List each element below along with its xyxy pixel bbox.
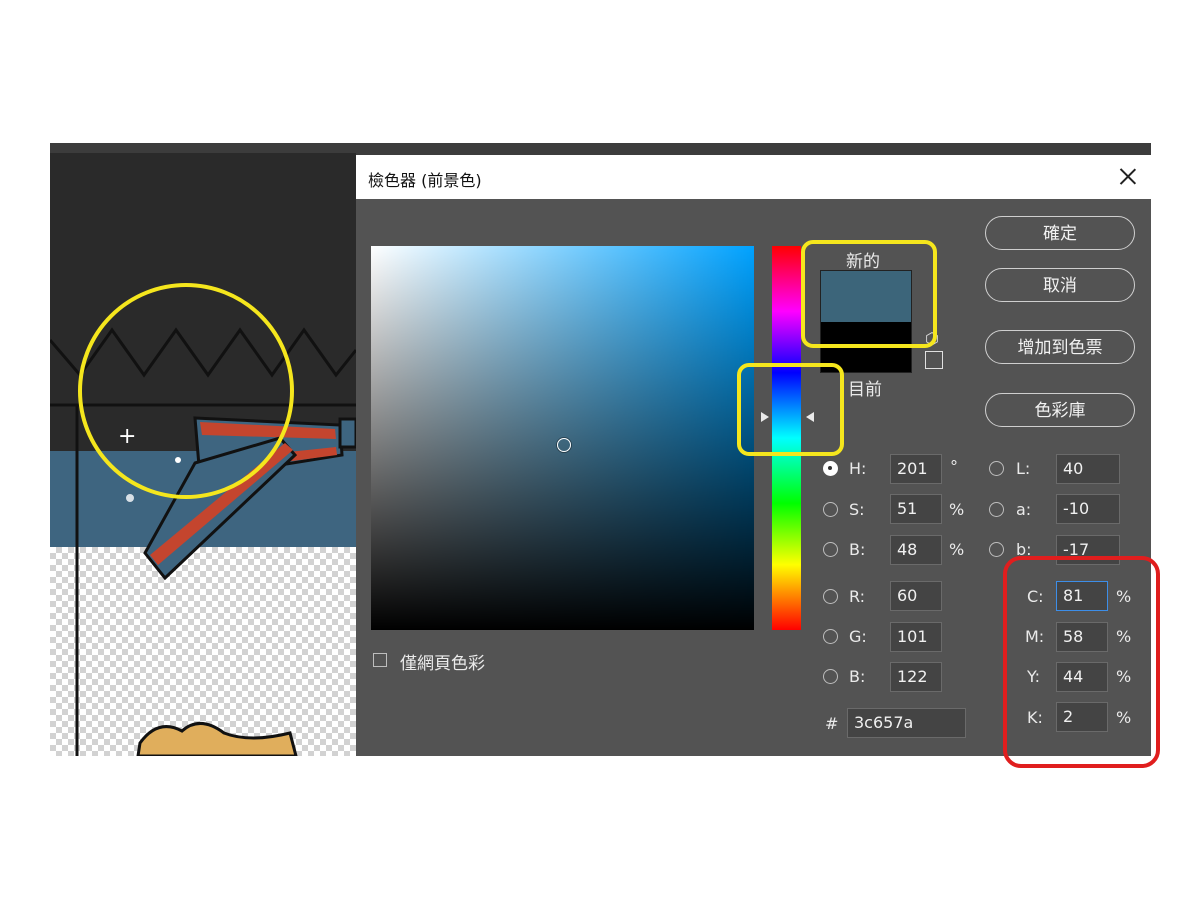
blue-input[interactable]: 122 [890, 662, 942, 692]
dialog-top-strip [356, 143, 1151, 155]
ok-button[interactable]: 確定 [985, 216, 1135, 250]
dialog-title: 檢色器 (前景色) [368, 171, 482, 190]
radio-saturation[interactable] [823, 502, 838, 517]
hue-unit: ° [950, 457, 958, 476]
radio-green[interactable] [823, 629, 838, 644]
add-to-swatches-button[interactable]: 增加到色票 [985, 330, 1135, 364]
red-input[interactable]: 60 [890, 581, 942, 611]
close-icon[interactable] [1115, 164, 1141, 190]
blue-label: B: [849, 667, 866, 686]
hue-label: H: [849, 459, 867, 478]
web-safe-color-icon[interactable] [925, 351, 943, 369]
annotation-box-swatches [801, 240, 937, 348]
brightness-label: B: [849, 540, 866, 559]
radio-lab-l[interactable] [989, 461, 1004, 476]
radio-blue[interactable] [823, 669, 838, 684]
annotation-circle-artwork [78, 283, 294, 499]
web-colors-checkbox[interactable] [373, 653, 387, 667]
lab-a-input[interactable]: -10 [1056, 494, 1120, 524]
green-input[interactable]: 101 [890, 622, 942, 652]
brightness-unit: % [949, 540, 965, 559]
radio-lab-a[interactable] [989, 502, 1004, 517]
hex-input[interactable]: 3c657a [847, 708, 966, 738]
lab-l-label: L: [1016, 459, 1031, 478]
red-label: R: [849, 587, 866, 606]
dialog-titlebar[interactable]: 檢色器 (前景色) [356, 155, 1151, 199]
brightness-input[interactable]: 48 [890, 535, 942, 565]
radio-lab-b[interactable] [989, 542, 1004, 557]
current-color-label: 目前 [848, 380, 882, 400]
annotation-box-hue-slider [737, 363, 844, 456]
radio-brightness[interactable] [823, 542, 838, 557]
saturation-label: S: [849, 500, 865, 519]
web-colors-label: 僅網頁色彩 [400, 654, 485, 674]
lab-l-input[interactable]: 40 [1056, 454, 1120, 484]
saturation-brightness-field[interactable] [371, 246, 754, 630]
color-field-cursor[interactable] [557, 438, 571, 452]
cancel-button[interactable]: 取消 [985, 268, 1135, 302]
radio-red[interactable] [823, 589, 838, 604]
saturation-unit: % [949, 500, 965, 519]
annotation-box-cmyk [1003, 556, 1160, 768]
hue-input[interactable]: 201 [890, 454, 942, 484]
green-label: G: [849, 627, 867, 646]
lab-a-label: a: [1016, 500, 1032, 519]
color-libraries-button[interactable]: 色彩庫 [985, 393, 1135, 427]
radio-hue[interactable] [823, 461, 838, 476]
saturation-input[interactable]: 51 [890, 494, 942, 524]
hex-label: # [825, 714, 839, 733]
